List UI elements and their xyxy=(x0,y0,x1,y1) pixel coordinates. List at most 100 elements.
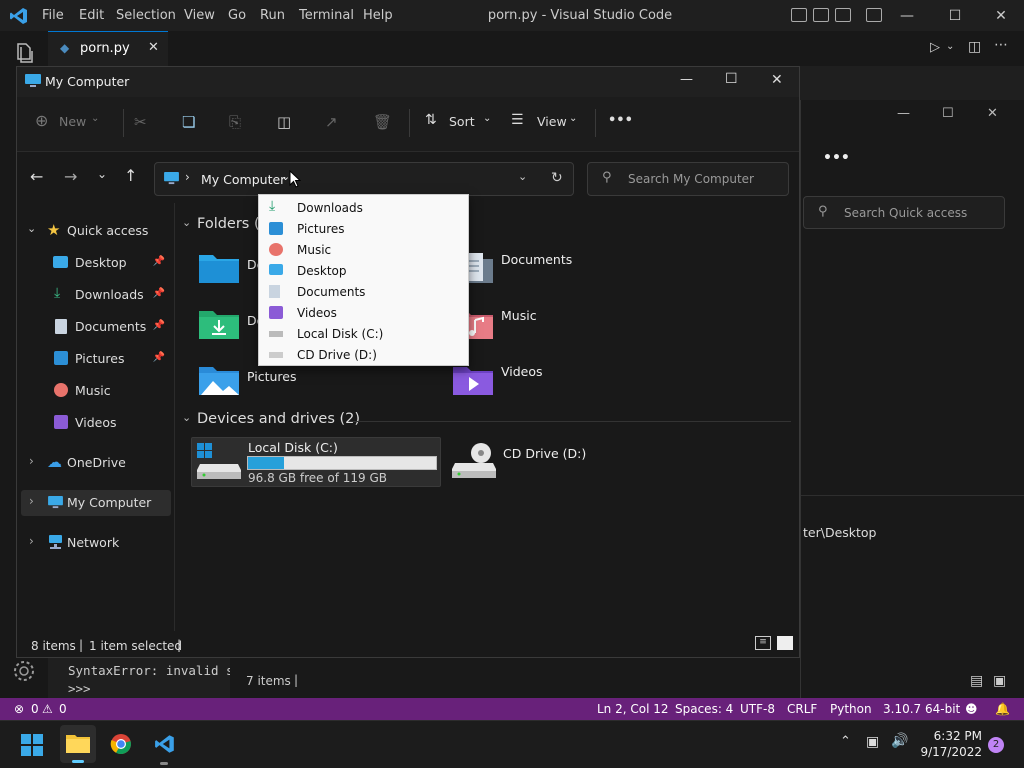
search-box[interactable]: ⚲ Search My Computer xyxy=(587,162,789,196)
clock-time[interactable]: 6:32 PM xyxy=(926,729,982,743)
forward-arrow-icon[interactable]: → xyxy=(64,167,77,186)
drives-group-header[interactable]: Devices and drives (2) xyxy=(197,411,360,427)
encoding[interactable]: UTF-8 xyxy=(740,702,775,716)
nav-onedrive[interactable]: › ☁ OneDrive xyxy=(21,450,171,476)
back-minimize-icon[interactable]: — xyxy=(897,106,910,121)
minimize-icon[interactable]: — xyxy=(895,4,919,28)
back-more-icon[interactable]: ••• xyxy=(823,150,850,166)
up-arrow-icon[interactable]: ↑ xyxy=(124,166,137,185)
run-dropdown-icon[interactable]: ⌄ xyxy=(946,41,954,52)
nav-network[interactable]: › Network xyxy=(21,530,171,556)
menu-selection[interactable]: Selection xyxy=(116,8,176,23)
feedback-icon[interactable]: ☻ xyxy=(965,702,978,716)
network-status-icon[interactable]: ▣ xyxy=(866,734,879,750)
back-search-box[interactable]: ⚲ Search Quick access xyxy=(803,196,1005,229)
view-button[interactable]: ☰ View ⌄ xyxy=(511,112,581,133)
back-maximize-icon[interactable]: ☐ xyxy=(942,106,954,121)
sort-button[interactable]: ⇅ Sort ⌄ xyxy=(425,112,495,133)
nav-item-documents[interactable]: Documents 📌 xyxy=(21,314,171,340)
expand-chevron-icon[interactable]: › xyxy=(29,534,34,548)
share-icon[interactable]: ↗ xyxy=(325,113,338,131)
line-ending[interactable]: CRLF xyxy=(787,702,817,716)
expand-chevron-icon[interactable]: › xyxy=(29,494,34,508)
settings-gear-icon[interactable] xyxy=(12,659,36,683)
more-actions-icon[interactable]: ⋯ xyxy=(994,37,1008,53)
dropdown-item-cd-drive[interactable]: CD Drive (D:) xyxy=(259,344,468,365)
dropdown-item-downloads[interactable]: ⤓ Downloads xyxy=(259,197,468,218)
copy-icon[interactable]: ❏ xyxy=(182,113,195,131)
folder-tile-videos[interactable]: Videos xyxy=(449,357,679,407)
drive-tile-cd[interactable]: CD Drive (D:) xyxy=(449,437,679,487)
maximize-icon[interactable]: ☐ xyxy=(725,71,738,87)
menu-help[interactable]: Help xyxy=(363,8,393,23)
close-icon[interactable]: ✕ xyxy=(771,72,783,88)
nav-item-downloads[interactable]: ⤓ Downloads 📌 xyxy=(21,282,171,308)
error-count[interactable]: 0 xyxy=(31,702,39,716)
show-hidden-icons-chevron-icon[interactable]: ⌃ xyxy=(840,734,851,749)
menu-go[interactable]: Go xyxy=(228,8,246,23)
background-explorer-window[interactable]: — ☐ ✕ ••• ⚲ Search Quick access ter\Desk… xyxy=(800,100,1024,700)
back-arrow-icon[interactable]: ← xyxy=(30,167,43,186)
taskbar-explorer-button[interactable] xyxy=(60,725,96,763)
vscode-taskbar-icon[interactable] xyxy=(154,733,176,755)
collapse-chevron-icon[interactable]: ⌄ xyxy=(182,411,191,424)
toggle-secondary-sidebar-icon[interactable] xyxy=(835,8,851,22)
back-tiles-view-icon[interactable]: ▣ xyxy=(993,673,1006,689)
split-editor-icon[interactable]: ◫ xyxy=(968,39,981,55)
nav-item-desktop[interactable]: Desktop 📌 xyxy=(21,250,171,276)
run-icon[interactable]: ▷ xyxy=(930,40,940,55)
dropdown-item-pictures[interactable]: Pictures xyxy=(259,218,468,239)
more-options-icon[interactable]: ••• xyxy=(608,113,633,128)
volume-icon[interactable]: 🔊 xyxy=(891,733,908,749)
nav-item-pictures[interactable]: Pictures 📌 xyxy=(21,346,171,372)
folder-tile-music[interactable]: Music xyxy=(449,301,679,351)
menu-run[interactable]: Run xyxy=(260,8,285,23)
new-button[interactable]: ⊕ New ⌄ xyxy=(35,111,115,133)
breadcrumb-my-computer[interactable]: My Computer xyxy=(201,172,285,187)
explorer-files-icon[interactable] xyxy=(12,41,36,65)
toggle-panel-icon[interactable] xyxy=(813,8,829,22)
back-close-icon[interactable]: ✕ xyxy=(987,106,998,121)
cut-icon[interactable]: ✂ xyxy=(134,113,147,131)
notification-badge[interactable]: 2 xyxy=(988,737,1004,753)
maximize-icon[interactable]: ☐ xyxy=(943,4,967,28)
editor-tab[interactable]: ◆ porn.py ✕ xyxy=(48,31,168,66)
nav-quick-access[interactable]: ⌄ ★ Quick access xyxy=(21,218,171,244)
menu-terminal[interactable]: Terminal xyxy=(299,8,354,23)
toggle-primary-sidebar-icon[interactable] xyxy=(791,8,807,22)
language-mode[interactable]: Python xyxy=(830,702,872,716)
menu-edit[interactable]: Edit xyxy=(79,8,104,23)
indentation[interactable]: Spaces: 4 xyxy=(675,702,733,716)
chrome-icon[interactable] xyxy=(110,733,132,755)
expand-chevron-icon[interactable]: › xyxy=(29,454,34,468)
notifications-bell-icon[interactable]: 🔔 xyxy=(995,702,1010,716)
expand-chevron-icon[interactable]: ⌄ xyxy=(27,222,36,235)
tiles-view-icon[interactable] xyxy=(777,636,793,650)
details-view-icon[interactable]: ≡ xyxy=(755,636,771,650)
drive-tile-local-disk[interactable]: Local Disk (C:) 96.8 GB free of 119 GB xyxy=(191,437,441,487)
windows-start-icon[interactable] xyxy=(21,734,43,756)
cursor-position[interactable]: Ln 2, Col 12 xyxy=(597,702,669,716)
paste-icon[interactable]: ⎘ xyxy=(229,113,241,131)
address-bar[interactable]: › My Computer ⌄ ⌄ ↻ xyxy=(154,162,574,196)
delete-icon[interactable]: 🗑 xyxy=(373,113,392,131)
dropdown-item-documents[interactable]: Documents xyxy=(259,281,468,302)
recent-locations-icon[interactable]: ⌄ xyxy=(97,167,107,181)
nav-item-music[interactable]: Music xyxy=(21,378,171,404)
customize-layout-icon[interactable] xyxy=(866,8,882,22)
address-history-icon[interactable]: ⌄ xyxy=(518,170,527,183)
back-details-view-icon[interactable]: ▤ xyxy=(970,673,983,689)
dropdown-item-music[interactable]: Music xyxy=(259,239,468,260)
dropdown-item-videos[interactable]: Videos xyxy=(259,302,468,323)
nav-my-computer[interactable]: › My Computer xyxy=(21,490,171,516)
menu-view[interactable]: View xyxy=(184,8,215,23)
dropdown-item-local-disk[interactable]: Local Disk (C:) xyxy=(259,323,468,344)
nav-item-videos[interactable]: Videos xyxy=(21,410,171,436)
minimize-icon[interactable]: — xyxy=(680,72,693,87)
tab-close-icon[interactable]: ✕ xyxy=(148,40,159,55)
close-icon[interactable]: ✕ xyxy=(989,4,1013,28)
rename-icon[interactable]: ◫ xyxy=(277,113,291,131)
folder-tile-documents[interactable]: Documents xyxy=(449,245,679,295)
dropdown-item-desktop[interactable]: Desktop xyxy=(259,260,468,281)
clock-date[interactable]: 9/17/2022 xyxy=(916,745,982,759)
